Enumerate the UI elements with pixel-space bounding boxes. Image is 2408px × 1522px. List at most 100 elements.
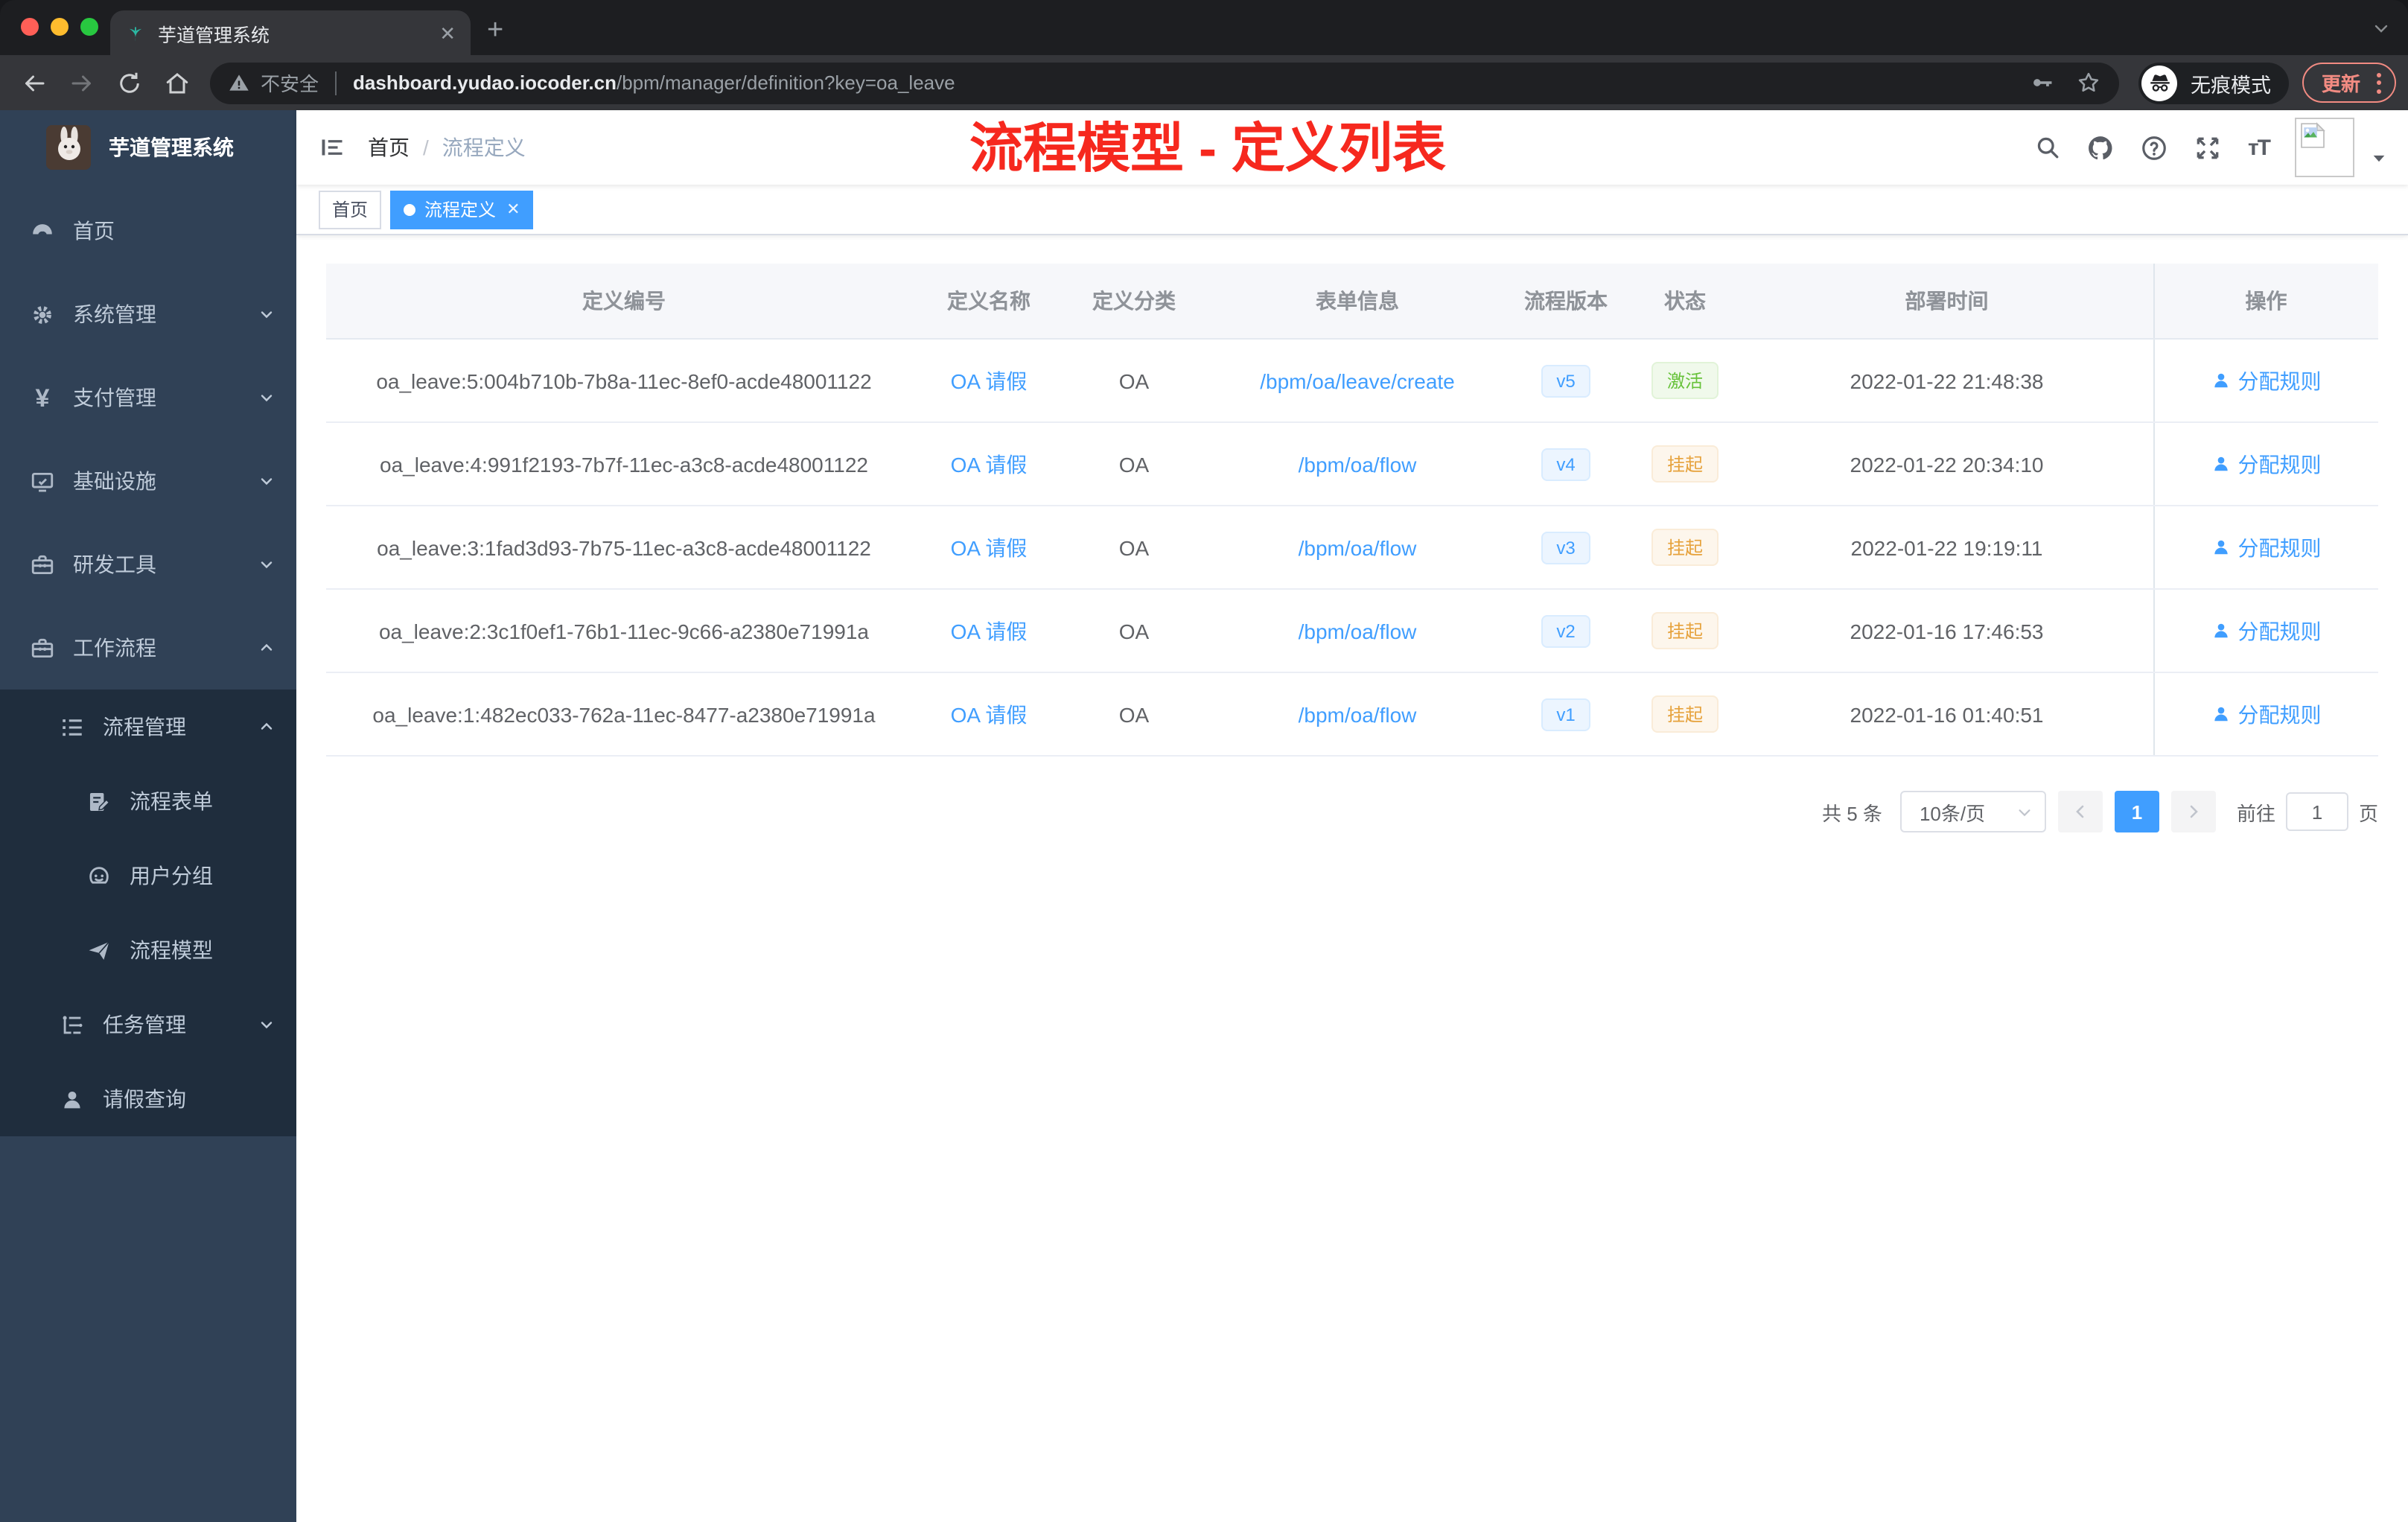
person-icon [2211, 704, 2231, 724]
tag-label: 首页 [332, 200, 369, 220]
reload-icon[interactable] [116, 69, 143, 96]
breadcrumb-home[interactable]: 首页 [368, 133, 410, 162]
incognito-icon [2141, 65, 2177, 101]
version-badge: v3 [1541, 531, 1590, 564]
table-row: oa_leave:2:3c1f0ef1-76b1-11ec-9c66-a2380… [326, 589, 2378, 673]
pagination: 共 5 条 10条/页 1 前往 1 页 [326, 791, 2378, 832]
assign-rule-link[interactable]: 分配规则 [2211, 699, 2322, 729]
assign-rule-link[interactable]: 分配规则 [2211, 449, 2322, 479]
workflow-submenu: 流程管理流程表单用户分组流程模型任务管理 请假查询 [0, 690, 296, 1136]
incognito-label: 无痕模式 [2191, 74, 2271, 96]
column-header: 流程版本 [1503, 264, 1629, 340]
window-close-button[interactable] [21, 18, 39, 36]
sidebar-item-payment[interactable]: ¥ 支付管理 [0, 356, 296, 439]
definition-id: oa_leave:4:991f2193-7b7f-11ec-a3c8-acde4… [380, 452, 868, 476]
chevron-down-icon [258, 472, 275, 490]
main-area: 首页 / 流程定义 流程模型 - 定义列表 тT 首页 流程定义 ✕ 定义编号 … [296, 110, 2408, 1522]
help-icon[interactable] [2141, 133, 2169, 162]
list-icon [60, 714, 85, 739]
goto-label: 前往 [2236, 802, 2275, 824]
password-key-icon[interactable] [2030, 70, 2055, 95]
column-header: 状态 [1629, 264, 1741, 340]
definition-name-link[interactable]: OA 请假 [951, 619, 1028, 643]
sidebar-item-label: 首页 [73, 219, 115, 243]
assign-rule-link[interactable]: 分配规则 [2211, 616, 2322, 646]
sidebar-item-user-group[interactable]: 用户分组 [0, 838, 296, 913]
user-avatar[interactable] [2295, 118, 2354, 177]
assign-rule-link[interactable]: 分配规则 [2211, 366, 2322, 395]
table-row: oa_leave:1:482ec033-762a-11ec-8477-a2380… [326, 672, 2378, 757]
tree-icon [60, 1012, 85, 1037]
tab-close-icon[interactable]: ✕ [439, 23, 456, 42]
version-badge: v1 [1541, 698, 1590, 730]
definition-name-link[interactable]: OA 请假 [951, 702, 1028, 726]
security-label[interactable]: 不安全 [261, 69, 319, 97]
sidebar-item-devtools[interactable]: 研发工具 [0, 523, 296, 606]
person-icon [2211, 538, 2231, 557]
form-link[interactable]: /bpm/oa/flow [1299, 535, 1417, 559]
form-link[interactable]: /bpm/oa/flow [1299, 619, 1417, 643]
sidebar-item-leave-query[interactable]: 请假查询 [0, 1062, 296, 1136]
tag-label: 流程定义 [424, 200, 497, 220]
sidebar-item-process-mgmt[interactable]: 流程管理 [0, 690, 296, 764]
sidebar-item-infra[interactable]: 基础设施 [0, 439, 296, 523]
goto-page-input[interactable] [2285, 792, 2348, 831]
pagination-total: 共 5 条 [1822, 802, 1882, 824]
back-icon[interactable] [21, 69, 48, 96]
window-minimize-button[interactable] [51, 18, 69, 36]
definition-name-link[interactable]: OA 请假 [951, 452, 1028, 476]
sidebar-item-process-form[interactable]: 流程表单 [0, 764, 296, 838]
deploy-time: 2022-01-16 17:46:53 [1850, 619, 2044, 643]
caret-down-icon[interactable] [2371, 150, 2387, 166]
github-icon[interactable] [2087, 133, 2115, 162]
sidebar-item-label: 流程表单 [130, 789, 213, 813]
sidebar-item-system[interactable]: 系统管理 [0, 273, 296, 356]
sidebar-item-task-mgmt[interactable]: 任务管理 [0, 987, 296, 1062]
browser-update-button[interactable]: 更新 [2302, 63, 2397, 103]
font-size-icon[interactable]: тT [2248, 135, 2271, 160]
search-icon[interactable] [2035, 134, 2062, 161]
sidebar-item-workflow[interactable]: 工作流程 [0, 606, 296, 690]
form-link[interactable]: /bpm/oa/flow [1299, 452, 1417, 476]
tag-close-icon[interactable]: ✕ [506, 200, 520, 219]
definition-name-link[interactable]: OA 请假 [951, 369, 1028, 392]
sidebar-item-label: 流程模型 [130, 938, 213, 962]
forward-icon[interactable] [69, 69, 95, 96]
column-header: 定义分类 [1056, 264, 1212, 340]
new-tab-button[interactable]: + [487, 12, 503, 51]
next-page-button[interactable] [2170, 791, 2216, 832]
tab-search-icon[interactable] [2372, 19, 2390, 37]
definition-id: oa_leave:5:004b710b-7b8a-11ec-8ef0-acde4… [376, 369, 872, 392]
sidebar-item-home[interactable]: 首页 [0, 189, 296, 273]
fullscreen-icon[interactable] [2194, 133, 2223, 162]
tab-title: 芋道管理系统 [158, 25, 270, 45]
sidebar-item-label: 支付管理 [73, 386, 156, 410]
home-icon[interactable] [164, 69, 191, 96]
definition-id: oa_leave:1:482ec033-762a-11ec-8477-a2380… [372, 702, 876, 726]
chevron-up-icon [258, 639, 275, 657]
status-badge: 激活 [1651, 362, 1718, 399]
sidebar-logo[interactable]: 芋道管理系统 [0, 110, 296, 185]
chevron-down-icon [258, 555, 275, 573]
assign-rule-link[interactable]: 分配规则 [2211, 532, 2322, 562]
robot-icon [86, 863, 112, 888]
hamburger-icon[interactable] [296, 134, 368, 161]
page-size-select[interactable]: 10条/页 [1899, 791, 2046, 832]
form-link[interactable]: /bpm/oa/flow [1299, 702, 1417, 726]
window-zoom-button[interactable] [80, 18, 98, 36]
address-bar[interactable]: 不安全 dashboard.yudao.iocoder.cn/bpm/manag… [210, 62, 2119, 104]
tag-process-definition[interactable]: 流程定义 ✕ [390, 190, 534, 229]
bookmark-star-icon[interactable] [2076, 70, 2101, 95]
prev-page-button[interactable] [2057, 791, 2103, 832]
tag-home[interactable]: 首页 [319, 190, 382, 229]
breadcrumb-separator: / [423, 136, 429, 159]
form-link[interactable]: /bpm/oa/leave/create [1260, 369, 1455, 392]
person-icon [2211, 454, 2231, 474]
page-number-button[interactable]: 1 [2114, 791, 2159, 832]
definition-name-link[interactable]: OA 请假 [951, 535, 1028, 559]
sidebar-item-label: 用户分组 [130, 864, 213, 888]
browser-tab[interactable]: 芋道管理系统 ✕ [110, 10, 471, 55]
browser-menu-icon[interactable] [2372, 72, 2386, 93]
browser-tabstrip: 芋道管理系统 ✕ + [0, 0, 2408, 55]
sidebar-item-process-model[interactable]: 流程模型 [0, 913, 296, 987]
